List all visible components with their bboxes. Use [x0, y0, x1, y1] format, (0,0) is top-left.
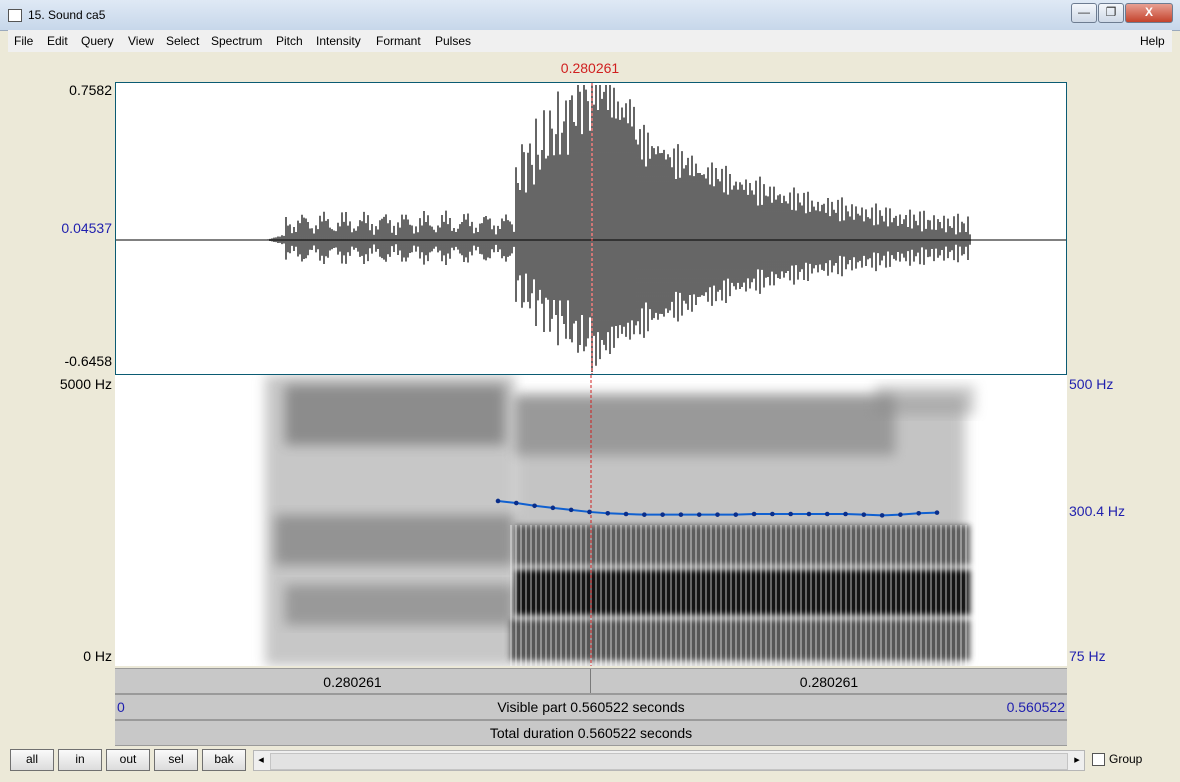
- segment-left-label[interactable]: 0.280261: [115, 674, 590, 690]
- waveform-panel[interactable]: [115, 82, 1067, 375]
- total-duration-bar[interactable]: Total duration 0.560522 seconds: [115, 720, 1067, 746]
- pitch-point: [788, 511, 793, 517]
- spectrogram-plot: [265, 375, 975, 666]
- maximize-button[interactable]: ❐: [1098, 3, 1124, 23]
- waveform-mid-label: 0.04537: [61, 220, 112, 236]
- scroll-thumb[interactable]: [270, 753, 1068, 770]
- pitch-point: [532, 503, 537, 509]
- spectrogram-top-label: 5000 Hz: [59, 376, 112, 392]
- scroll-right-arrow-icon[interactable]: ▸: [1070, 751, 1084, 770]
- pitch-point: [824, 511, 830, 517]
- pitch-point: [916, 511, 922, 516]
- pitch-point: [642, 512, 647, 517]
- title-bar: 15. Sound ca5 — ❐ X: [0, 0, 1180, 31]
- pitch-point: [660, 512, 665, 517]
- pitch-point: [678, 512, 684, 517]
- zoom-in-button[interactable]: in: [58, 749, 102, 771]
- zoom-back-button[interactable]: bak: [202, 749, 246, 771]
- pitch-point: [751, 511, 757, 517]
- pitch-bottom-label: 75 Hz: [1069, 648, 1106, 664]
- pitch-point: [879, 513, 885, 518]
- pitch-point: [495, 498, 501, 504]
- window-title: 15. Sound ca5: [28, 8, 106, 22]
- menu-bar: File Edit Query View Select Spectrum Pit…: [8, 30, 1172, 53]
- waveform-trace: [267, 85, 971, 372]
- pitch-point: [861, 512, 867, 517]
- pitch-point: [513, 500, 519, 506]
- menu-pulses[interactable]: Pulses: [435, 34, 471, 48]
- visible-end-label: 0.560522: [1006, 699, 1065, 715]
- zoom-out-button[interactable]: out: [106, 749, 150, 771]
- waveform-signal: [267, 85, 971, 372]
- visible-part-bar[interactable]: 0 Visible part 0.560522 seconds 0.560522: [115, 694, 1067, 720]
- pitch-mid-label: 300.4 Hz: [1069, 503, 1126, 519]
- minimize-button[interactable]: —: [1071, 3, 1097, 23]
- group-checkbox[interactable]: [1092, 753, 1105, 766]
- spectrogram-panel[interactable]: [115, 375, 1067, 666]
- pitch-point: [568, 507, 574, 513]
- pitch-point: [550, 505, 556, 511]
- total-duration-label: Total duration 0.560522 seconds: [489, 725, 693, 741]
- pitch-point: [605, 511, 611, 516]
- group-label: Group: [1109, 752, 1143, 766]
- waveform-max-label: 0.7582: [69, 82, 112, 98]
- menu-view[interactable]: View: [128, 34, 154, 48]
- pitch-point: [898, 512, 903, 517]
- pitch-point: [770, 511, 775, 517]
- segment-right-label[interactable]: 0.280261: [591, 674, 1067, 690]
- pitch-point: [587, 509, 592, 515]
- segment-bar[interactable]: 0.280261 0.280261: [115, 668, 1067, 694]
- menu-edit[interactable]: Edit: [47, 34, 68, 48]
- spectrogram-bottom-label: 0 Hz: [83, 648, 112, 664]
- pitch-point: [696, 512, 702, 517]
- window-icon: [8, 9, 22, 22]
- menu-file[interactable]: File: [14, 34, 33, 48]
- scroll-left-arrow-icon[interactable]: ◂: [254, 751, 268, 770]
- pitch-point: [623, 511, 629, 517]
- zoom-all-button[interactable]: all: [10, 749, 54, 771]
- cursor-time-label: 0.280261: [560, 60, 620, 76]
- close-button[interactable]: X: [1125, 3, 1173, 23]
- menu-intensity[interactable]: Intensity: [316, 34, 361, 48]
- pitch-top-label: 500 Hz: [1069, 376, 1114, 392]
- waveform-min-label: -0.6458: [64, 353, 112, 369]
- pitch-point: [843, 511, 848, 517]
- horizontal-scrollbar[interactable]: ◂ ▸: [253, 750, 1085, 771]
- menu-select[interactable]: Select: [166, 34, 199, 48]
- menu-pitch[interactable]: Pitch: [276, 34, 303, 48]
- menu-query[interactable]: Query: [81, 34, 114, 48]
- menu-help[interactable]: Help: [1140, 34, 1165, 48]
- pitch-point: [934, 510, 940, 515]
- menu-formant[interactable]: Formant: [376, 34, 421, 48]
- pitch-point: [806, 511, 812, 517]
- menu-spectrum[interactable]: Spectrum: [211, 34, 262, 48]
- visible-part-label: Visible part 0.560522 seconds: [497, 699, 685, 715]
- zoom-selection-button[interactable]: sel: [154, 749, 198, 771]
- pitch-point: [715, 512, 720, 517]
- pitch-point: [733, 512, 739, 517]
- waveform-plot: [116, 83, 1066, 374]
